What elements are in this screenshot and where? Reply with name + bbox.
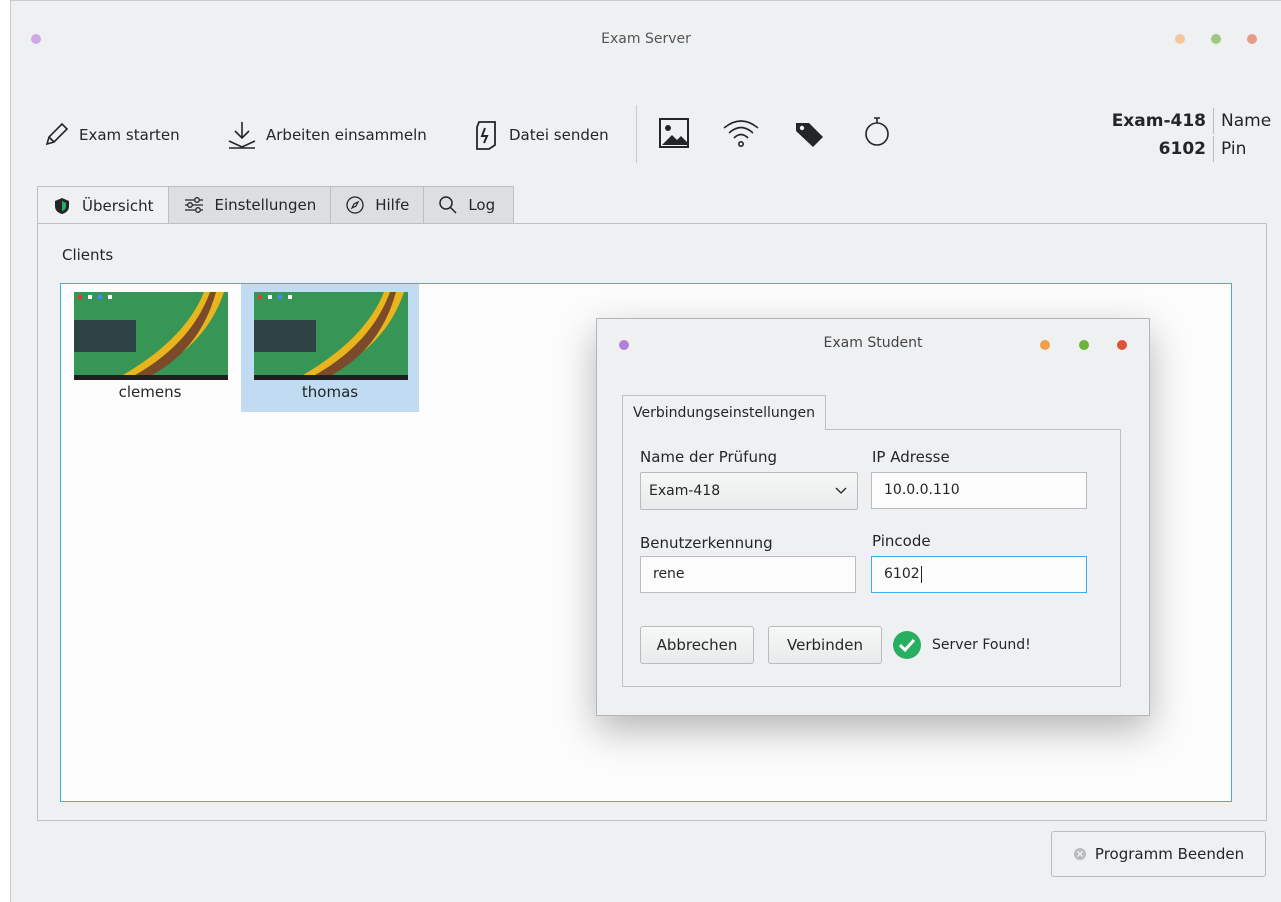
- connection-settings-panel: Name der Prüfung Exam-418 IP Adresse 10.…: [622, 429, 1121, 687]
- connection-status: Server Found!: [892, 630, 1031, 660]
- title-bar[interactable]: Exam Server: [11, 1, 1281, 47]
- client-name: thomas: [301, 383, 359, 401]
- clients-label: Clients: [62, 246, 114, 264]
- dialog-title: Exam Student: [823, 335, 923, 351]
- window-title: Exam Server: [601, 31, 691, 47]
- start-exam-button[interactable]: Exam starten: [41, 119, 180, 151]
- client-item-selected[interactable]: thomas: [241, 284, 419, 412]
- quit-button[interactable]: Programm Beenden: [1051, 831, 1266, 877]
- exam-pin-value: 6102: [1159, 136, 1214, 162]
- exam-name-label: Name der Prüfung: [640, 448, 777, 466]
- check-circle-icon: [893, 631, 921, 659]
- stopwatch-icon[interactable]: [863, 115, 891, 149]
- close-button[interactable]: [1117, 340, 1127, 350]
- pencil-icon: [45, 122, 69, 146]
- close-button[interactable]: [1247, 34, 1257, 44]
- tab-log-label: Log: [468, 196, 496, 214]
- maximize-button[interactable]: [1211, 34, 1221, 44]
- tab-settings[interactable]: Einstellungen: [167, 186, 332, 223]
- tab-log[interactable]: Log: [423, 186, 515, 223]
- tab-overview-label: Übersicht: [82, 196, 154, 215]
- exam-name-combobox[interactable]: Exam-418: [640, 472, 858, 510]
- ip-address-label: IP Adresse: [872, 448, 950, 466]
- exam-name-selected: Exam-418: [649, 483, 721, 499]
- collect-work-button[interactable]: Arbeiten einsammeln: [226, 119, 427, 151]
- close-circle-icon: [1073, 848, 1086, 860]
- tab-help-label: Hilfe: [375, 196, 410, 214]
- wifi-icon[interactable]: [721, 117, 761, 149]
- minimize-button[interactable]: [1175, 34, 1185, 44]
- quit-label: Programm Beenden: [1094, 845, 1245, 863]
- send-file-button[interactable]: Datei senden: [471, 119, 609, 151]
- tab-overview[interactable]: Übersicht: [37, 186, 169, 224]
- pincode-label: Pincode: [872, 532, 931, 550]
- exam-name-value: Exam-418: [1112, 108, 1214, 134]
- maximize-button[interactable]: [1079, 340, 1089, 350]
- pincode-value: 6102: [884, 566, 920, 582]
- download-tray-icon: [228, 122, 256, 149]
- shield-icon: [55, 197, 69, 214]
- connect-button[interactable]: Verbinden: [768, 626, 882, 664]
- user-id-label: Benutzerkennung: [640, 534, 773, 552]
- tab-settings-label: Einstellungen: [214, 196, 317, 214]
- main-tabs: Übersicht Einstellungen Hilfe Log: [37, 186, 515, 224]
- search-icon: [439, 196, 457, 214]
- tab-help[interactable]: Hilfe: [330, 186, 425, 223]
- file-send-icon: [476, 121, 496, 150]
- exam-info: Exam-418 Name 6102 Pin: [1112, 107, 1271, 163]
- send-file-label: Datei senden: [509, 126, 609, 144]
- pincode-field[interactable]: 6102: [871, 556, 1087, 593]
- exam-student-dialog: Exam Student Verbindungseinstellungen Na…: [596, 318, 1150, 716]
- minimize-button[interactable]: [1040, 340, 1050, 350]
- ip-address-field[interactable]: 10.0.0.110: [871, 472, 1087, 509]
- sliders-icon: [184, 197, 203, 213]
- user-id-field[interactable]: rene: [640, 556, 856, 593]
- client-item[interactable]: clemens: [61, 284, 239, 412]
- tag-icon[interactable]: [793, 119, 827, 149]
- tab-connection-settings[interactable]: Verbindungseinstellungen: [622, 395, 826, 430]
- exam-pin-label: Pin: [1221, 139, 1247, 159]
- exam-name-label: Name: [1221, 111, 1272, 131]
- start-exam-label: Exam starten: [79, 126, 180, 144]
- cancel-button[interactable]: Abbrechen: [640, 626, 754, 664]
- client-screenshot: [254, 292, 408, 380]
- client-name: clemens: [118, 383, 182, 401]
- text-caret: [920, 565, 922, 583]
- compass-icon: [346, 196, 364, 214]
- status-text: Server Found!: [932, 637, 1031, 653]
- image-icon[interactable]: [658, 117, 690, 149]
- chevron-down-icon: [835, 487, 847, 494]
- client-screenshot: [74, 292, 228, 380]
- collect-work-label: Arbeiten einsammeln: [266, 126, 427, 144]
- toolbar-separator: [636, 105, 637, 163]
